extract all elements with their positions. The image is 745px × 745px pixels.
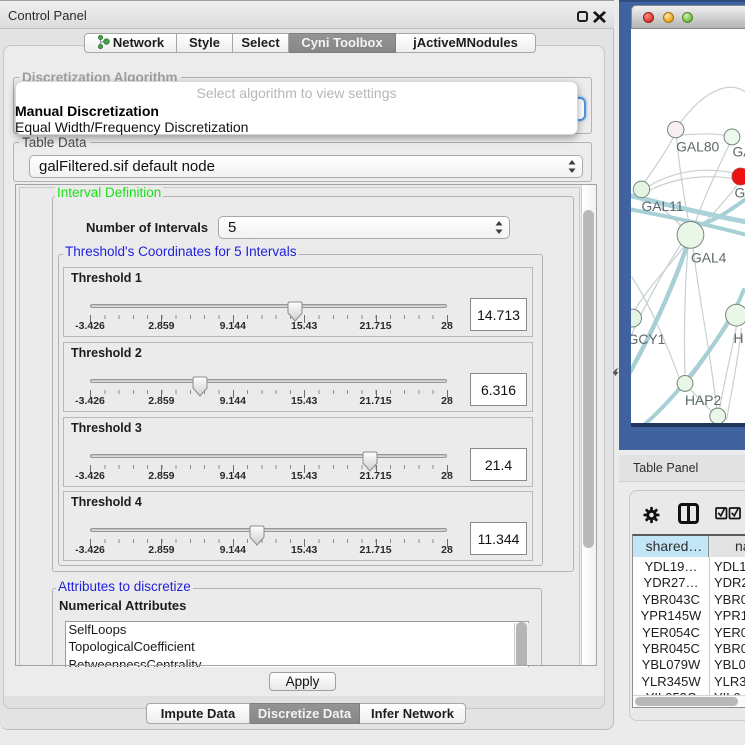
svg-text:GAL80: GAL80 (676, 139, 719, 155)
svg-text:G: G (735, 184, 745, 200)
svg-text:GA: GA (733, 144, 745, 160)
svg-text:GAL11: GAL11 (641, 198, 683, 214)
svg-text:HAP2: HAP2 (685, 392, 721, 408)
svg-text:GCY1: GCY1 (631, 331, 666, 347)
svg-text:H: H (734, 330, 744, 346)
svg-text:GAL4: GAL4 (691, 250, 727, 266)
